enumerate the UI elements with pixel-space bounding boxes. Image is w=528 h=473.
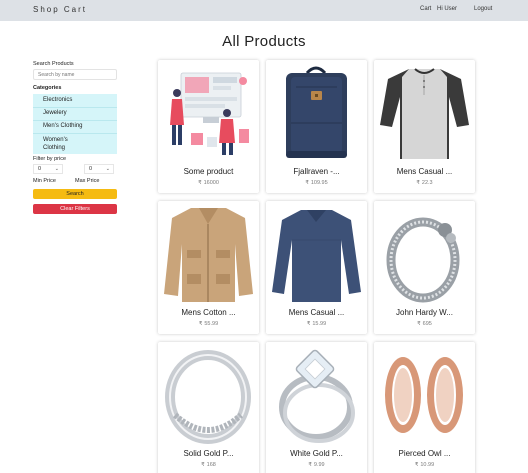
product-image-henley-shirt	[380, 68, 469, 159]
product-image-long-sleeve-shirt	[272, 210, 361, 302]
category-jewelery[interactable]: Jewelery	[33, 110, 117, 117]
product-image-white-gold-ring	[279, 349, 355, 443]
product-card[interactable]: Solid Gold P... ₹168	[158, 342, 259, 473]
navbar: Shop Cart Cart Hi User Logout	[0, 0, 528, 21]
search-label: Search Products	[33, 61, 74, 67]
product-name: Mens Casual ...	[288, 308, 345, 317]
category-electronics[interactable]: Electronics	[33, 97, 117, 104]
min-price-value: 0	[38, 166, 42, 172]
product-card[interactable]: Fjallraven -... ₹109.95	[266, 60, 367, 193]
nav-logout-link[interactable]: Logout	[474, 6, 492, 12]
product-name: Solid Gold P...	[183, 449, 234, 458]
product-name: White Gold P...	[290, 449, 343, 458]
clear-filters-button[interactable]: Clear Filters	[33, 204, 117, 214]
category-womens-clothing-line2[interactable]: Clothing	[33, 145, 117, 152]
product-price: ₹55.99	[198, 321, 219, 327]
max-price-value: 0	[89, 166, 93, 172]
product-card[interactable]: Pierced Owl ... ₹10.99	[374, 342, 475, 473]
product-card[interactable]: John Hardy W... ₹695	[374, 201, 475, 334]
product-name: Fjallraven -...	[293, 167, 340, 176]
product-card[interactable]: Mens Casual ... ₹15.99	[266, 201, 367, 334]
product-card[interactable]: White Gold P... ₹9.99	[266, 342, 367, 473]
nav-cart-link[interactable]: Cart	[420, 6, 431, 12]
product-name: Some product	[183, 167, 234, 176]
nav-user-link[interactable]: Hi User	[437, 6, 457, 12]
product-name: Pierced Owl ...	[398, 449, 451, 458]
chevron-down-icon: ⌄	[105, 166, 110, 172]
product-image-tunnel-plugs	[385, 357, 463, 433]
product-price: ₹22.3	[416, 180, 433, 186]
product-name: John Hardy W...	[396, 308, 453, 317]
search-input[interactable]	[33, 69, 117, 80]
chevron-down-icon: ⌄	[54, 166, 59, 172]
product-card[interactable]: Mens Cotton ... ₹55.99	[158, 201, 259, 334]
product-image-cotton-jacket	[164, 208, 253, 302]
product-image-backpack	[286, 66, 347, 158]
min-price-select[interactable]: 0 ⌄	[33, 164, 63, 174]
product-price: ₹168	[201, 462, 216, 468]
product-price: ₹695	[417, 321, 432, 327]
max-price-label: Max Price	[75, 178, 100, 184]
categories-label: Categories	[33, 85, 62, 91]
category-divider	[33, 120, 117, 121]
product-price: ₹15.99	[306, 321, 327, 327]
search-button[interactable]: Search	[33, 189, 117, 199]
category-divider	[33, 133, 117, 134]
category-divider	[33, 107, 117, 108]
product-image-illustration	[170, 72, 249, 155]
filter-price-label: Filter by price	[33, 156, 67, 162]
product-price: ₹10.99	[414, 462, 435, 468]
min-price-label: Min Price	[33, 178, 56, 184]
max-price-select[interactable]: 0 ⌄	[84, 164, 114, 174]
brand-logo[interactable]: Shop Cart	[33, 5, 87, 14]
page-title: All Products	[222, 33, 306, 50]
product-name: Mens Cotton ...	[181, 308, 236, 317]
product-image-bracelet	[386, 217, 460, 303]
category-mens-clothing[interactable]: Men's Clothing	[33, 123, 117, 130]
product-image-gold-ring	[165, 350, 251, 444]
product-price: ₹16000	[198, 180, 219, 186]
product-price: ₹109.95	[305, 180, 328, 186]
product-card[interactable]: Some product ₹16000	[158, 60, 259, 193]
category-womens-clothing[interactable]: Women's	[33, 137, 117, 144]
product-name: Mens Casual ...	[396, 167, 453, 176]
product-card[interactable]: Mens Casual ... ₹22.3	[374, 60, 475, 193]
product-price: ₹9.99	[308, 462, 325, 468]
